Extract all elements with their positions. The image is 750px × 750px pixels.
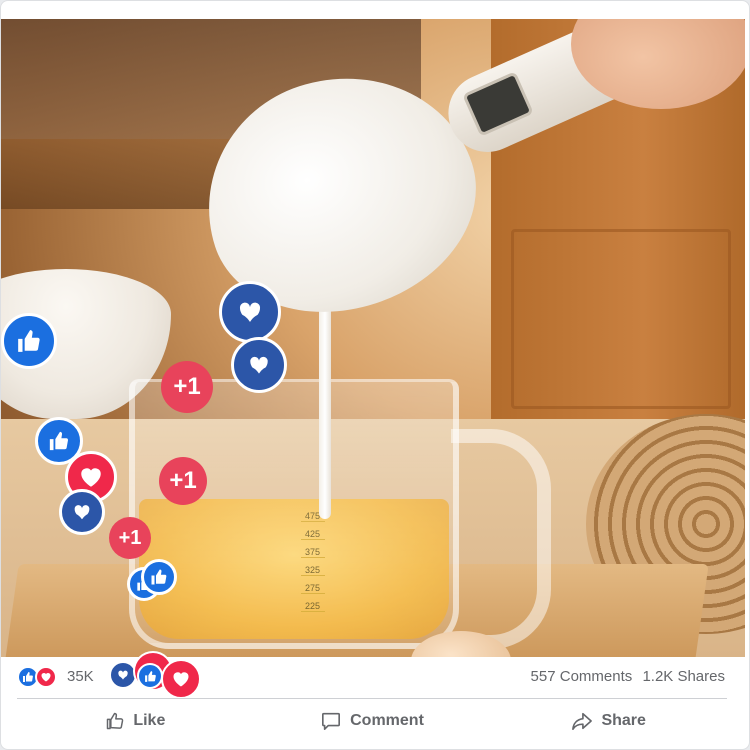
like-button[interactable]: Like bbox=[17, 699, 254, 743]
reactions-stats-row: 35K 557 Comments 1.2K Shares bbox=[1, 651, 749, 699]
jug-handle bbox=[451, 429, 551, 649]
care-icon bbox=[219, 281, 281, 343]
share-button[interactable]: Share bbox=[490, 699, 727, 743]
cabinet-panel bbox=[511, 229, 731, 409]
share-arrow-icon bbox=[571, 711, 593, 731]
post-card: 475 425 375 325 275 225 +1 +1 +1 bbox=[0, 0, 750, 750]
reaction-count[interactable]: 35K bbox=[67, 668, 94, 685]
share-label: Share bbox=[601, 712, 646, 729]
love-icon bbox=[161, 659, 201, 699]
like-icon bbox=[137, 663, 163, 689]
like-label: Like bbox=[133, 712, 166, 729]
comments-count[interactable]: 557 Comments bbox=[531, 668, 633, 685]
shares-count[interactable]: 1.2K Shares bbox=[642, 668, 725, 685]
like-icon bbox=[141, 559, 177, 595]
glass-measuring-jug bbox=[129, 379, 459, 649]
like-icon bbox=[1, 313, 57, 369]
plus-one-badge: +1 bbox=[159, 457, 207, 505]
comment-icon bbox=[320, 711, 342, 731]
care-icon bbox=[231, 337, 287, 393]
post-photo[interactable]: 475 425 375 325 275 225 bbox=[1, 19, 745, 657]
post-action-bar: Like Comment Share bbox=[17, 699, 727, 743]
milk-stream bbox=[319, 299, 331, 519]
comment-label: Comment bbox=[350, 712, 424, 729]
engagement-counts: 557 Comments 1.2K Shares bbox=[531, 668, 725, 685]
plus-one-badge: +1 bbox=[109, 517, 151, 559]
care-icon bbox=[59, 489, 105, 535]
love-icon bbox=[35, 666, 57, 688]
thumbs-up-icon bbox=[105, 711, 125, 731]
plus-one-badge: +1 bbox=[161, 361, 213, 413]
comment-button[interactable]: Comment bbox=[254, 699, 491, 743]
reaction-summary-icons[interactable] bbox=[17, 666, 57, 688]
